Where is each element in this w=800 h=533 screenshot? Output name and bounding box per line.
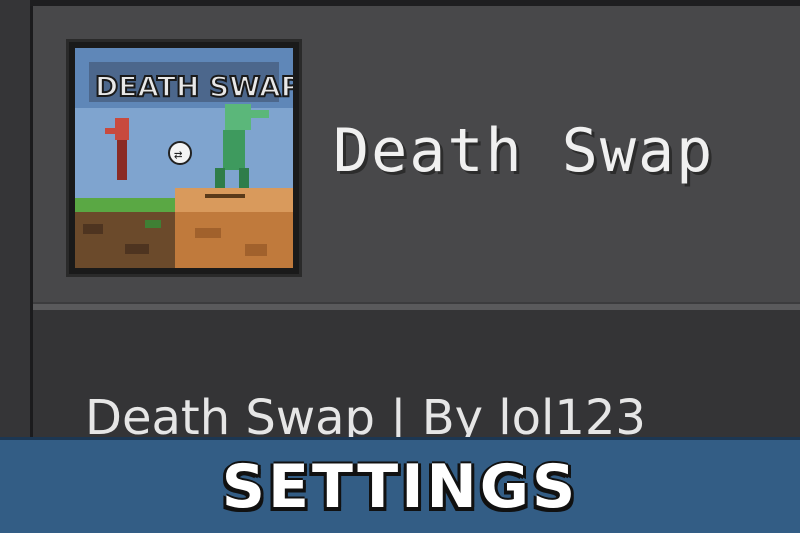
banner-label: SETTINGS — [221, 451, 579, 522]
pack-thumbnail: DEATH SWAP ⇄ — [75, 48, 293, 268]
pack-description-panel: Death Swap | By lol123 — [33, 310, 800, 446]
pack-list-item[interactable]: DEATH SWAP ⇄ Death Swap — [33, 6, 800, 310]
pack-thumbnail-frame: DEATH SWAP ⇄ — [66, 39, 302, 277]
settings-banner: SETTINGS — [0, 437, 800, 533]
pack-title: Death Swap — [333, 116, 715, 186]
pack-thumbnail-art: DEATH SWAP ⇄ — [75, 48, 293, 268]
svg-text:⇄: ⇄ — [174, 147, 182, 163]
svg-text:DEATH SWAP: DEATH SWAP — [95, 70, 293, 103]
left-frame — [0, 0, 33, 437]
